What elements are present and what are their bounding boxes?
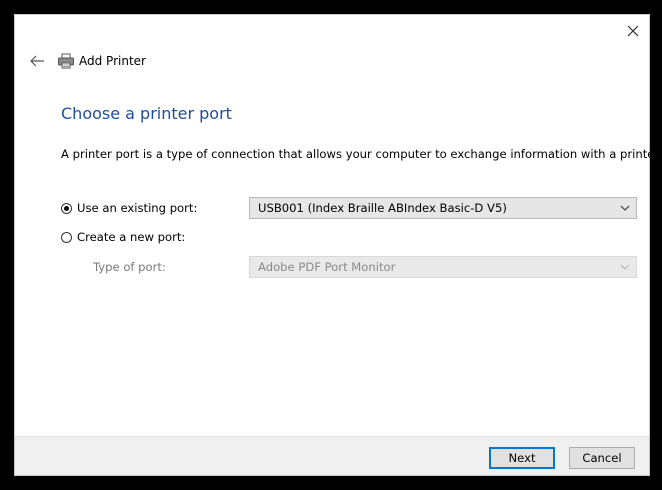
new-port-radio[interactable]: Create a new port:	[61, 229, 185, 245]
existing-port-radio[interactable]: Use an existing port:	[61, 200, 197, 216]
close-button[interactable]	[623, 21, 643, 41]
new-port-radio-indicator[interactable]	[61, 231, 72, 243]
chevron-down-icon	[620, 205, 630, 211]
dialog-footer: Next Cancel	[15, 436, 649, 475]
type-of-port-value: Adobe PDF Port Monitor	[258, 260, 396, 274]
page-description: A printer port is a type of connection t…	[61, 147, 662, 161]
back-arrow-icon	[30, 55, 44, 67]
next-button[interactable]: Next	[489, 447, 555, 469]
screenshot-frame: Add Printer Choose a printer port A prin…	[0, 0, 662, 490]
new-port-label: Create a new port:	[77, 230, 186, 244]
add-printer-dialog: Add Printer Choose a printer port A prin…	[14, 14, 662, 476]
existing-port-label: Use an existing port:	[77, 201, 198, 215]
type-of-port-select[interactable]: Adobe PDF Port Monitor	[249, 256, 637, 278]
chevron-down-icon	[620, 264, 630, 270]
window-title: Add Printer	[79, 54, 146, 68]
existing-port-value: USB001 (Index Braille ABIndex Basic-D V5…	[258, 201, 507, 215]
close-icon	[627, 25, 639, 37]
back-button[interactable]	[28, 53, 46, 69]
cancel-button[interactable]: Cancel	[569, 447, 635, 469]
page-title: Choose a printer port	[61, 104, 232, 123]
printer-icon	[57, 53, 75, 69]
existing-port-select[interactable]: USB001 (Index Braille ABIndex Basic-D V5…	[249, 197, 637, 219]
type-of-port-label: Type of port:	[93, 260, 166, 274]
existing-port-radio-indicator[interactable]	[61, 202, 72, 214]
